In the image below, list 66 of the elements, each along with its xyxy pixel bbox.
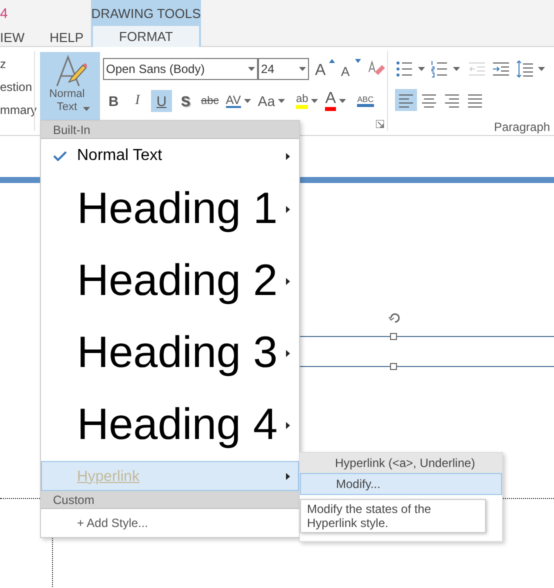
font-size-field[interactable]: 24	[258, 58, 309, 80]
ribbon-tab[interactable]: HELP	[50, 28, 84, 47]
bold-button[interactable]: B	[103, 90, 124, 112]
underline-button[interactable]: U	[151, 90, 172, 112]
down-triangle-icon	[355, 59, 361, 63]
line-spacing-icon	[516, 60, 534, 78]
submenu-item[interactable]: Modify...	[300, 473, 502, 495]
caret-icon	[248, 67, 255, 71]
submenu-arrow-icon	[286, 206, 290, 212]
bullet-list-icon	[396, 60, 414, 78]
increase-indent-icon	[492, 60, 510, 78]
menu-section-header: Built-In	[41, 121, 299, 139]
caret-icon	[311, 99, 318, 103]
style-menu-item[interactable]: Normal Text	[41, 139, 299, 173]
submenu-arrow-icon	[286, 278, 290, 284]
line-spacing-button[interactable]	[516, 59, 545, 79]
caret-icon	[299, 67, 306, 71]
submenu-arrow-icon	[286, 350, 290, 356]
caret-icon	[278, 99, 285, 103]
italic-button[interactable]: I	[127, 90, 148, 112]
caret-icon	[538, 67, 545, 71]
submenu-arrow-icon	[286, 152, 290, 160]
color-button[interactable]: A	[323, 90, 348, 112]
ribbon-command[interactable]: estion	[0, 78, 37, 95]
app-title-fragment: 4	[0, 4, 8, 23]
ribbon-tab[interactable]: IEW	[0, 28, 25, 47]
styles-button[interactable]: Normal Text	[40, 52, 100, 120]
resize-handle[interactable]	[390, 363, 397, 370]
dialog-launcher-icon[interactable]	[376, 120, 384, 128]
submenu-header: Hyperlink (<a>, Underline)	[300, 453, 502, 473]
spell-button[interactable]: ABC	[354, 90, 376, 112]
eraser-icon	[367, 60, 385, 78]
bullet-list-button[interactable]	[396, 59, 425, 79]
ribbon-command[interactable]: z	[0, 55, 37, 72]
style-menu-item[interactable]: Heading 1	[41, 173, 299, 245]
font-name-field[interactable]: Open Sans (Body)	[103, 58, 258, 80]
resize-handle[interactable]	[390, 333, 397, 340]
shadow-button[interactable]: S	[175, 90, 196, 112]
shrink-font-button[interactable]: A	[341, 59, 361, 79]
align-left-button[interactable]	[395, 89, 417, 111]
grow-font-button[interactable]: A	[315, 59, 335, 79]
case-button[interactable]: Aa	[256, 90, 287, 112]
caret-icon	[83, 107, 90, 111]
tooltip: Modify the states of the Hyperlink style.	[300, 499, 486, 533]
style-menu-item[interactable]: Heading 2	[41, 245, 299, 317]
group-title: DRAWING TOOLS	[91, 5, 201, 23]
caret-icon	[338, 99, 346, 103]
caret-icon	[244, 99, 251, 103]
ribbon-tab[interactable]: FORMAT	[93, 26, 199, 47]
decrease-indent-icon	[468, 60, 486, 78]
submenu-arrow-icon	[286, 422, 290, 428]
numbered-list-icon	[431, 60, 449, 78]
strike-button[interactable]: abc	[199, 90, 221, 112]
style-menu-item[interactable]: Heading 4	[41, 389, 299, 461]
caret-icon	[453, 67, 460, 71]
style-menu-item[interactable]: + Add Style...	[41, 509, 299, 537]
submenu-arrow-icon	[286, 472, 290, 480]
ribbon-command[interactable]: mmary	[0, 101, 37, 118]
up-triangle-icon	[329, 59, 335, 63]
spacing-button[interactable]: AV	[224, 90, 253, 112]
group-label: Paragraph	[494, 119, 550, 136]
highlight-button[interactable]: ab	[294, 90, 320, 112]
numbered-list-button[interactable]	[431, 59, 460, 79]
caret-icon	[418, 67, 425, 71]
menu-section-header: Custom	[41, 491, 299, 509]
style-menu-item[interactable]: Heading 3	[41, 317, 299, 389]
